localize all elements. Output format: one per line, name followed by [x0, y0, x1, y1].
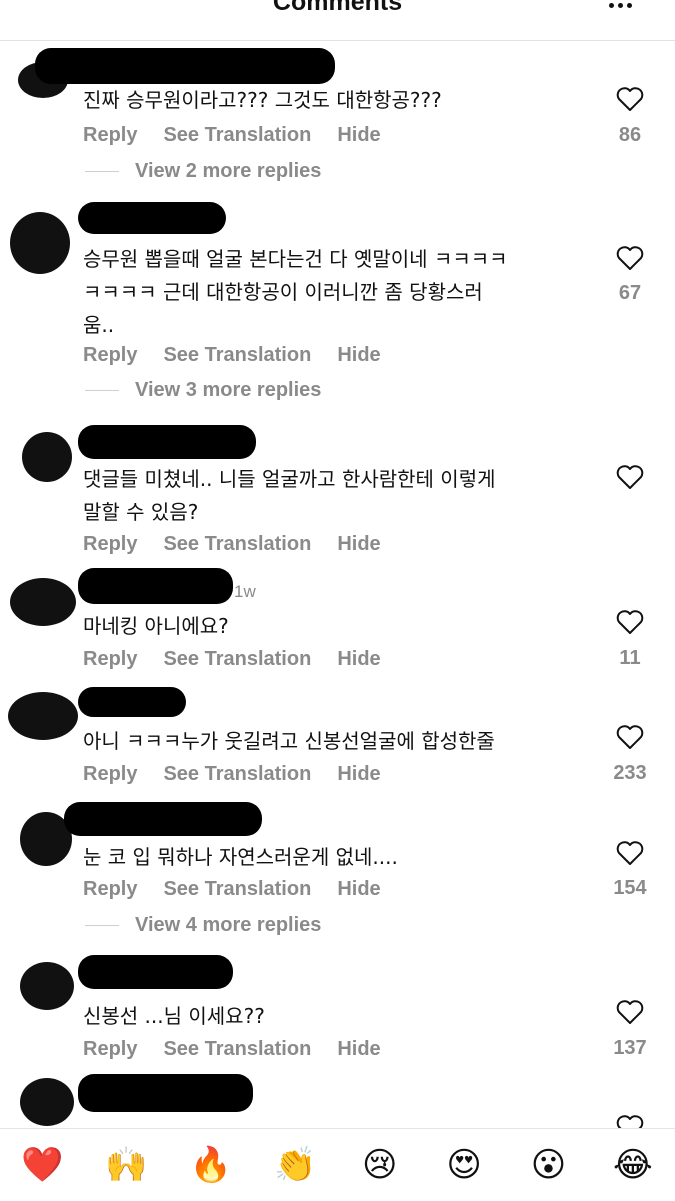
redacted-username	[78, 568, 233, 604]
raising-hands-emoji[interactable]: 🙌	[103, 1141, 151, 1189]
comment-text: 아니 ㅋㅋㅋ누가 웃길려고 신봉선얼굴에 합성한줄	[83, 729, 495, 753]
heart-icon[interactable]	[616, 840, 644, 866]
hide-button[interactable]: Hide	[337, 344, 380, 370]
see-translation-button[interactable]: See Translation	[163, 533, 311, 559]
timestamp: 1w	[234, 582, 256, 601]
redacted-username	[78, 425, 256, 459]
heart-icon[interactable]	[616, 724, 644, 750]
hide-button[interactable]: Hide	[337, 648, 380, 674]
tears-of-joy-emoji[interactable]: 😂	[609, 1141, 657, 1189]
redacted-username	[78, 202, 226, 234]
comment-text: 신봉선 ...님 이세요??	[83, 1004, 265, 1028]
see-translation-button[interactable]: See Translation	[163, 763, 311, 789]
hide-button[interactable]: Hide	[337, 533, 380, 559]
heart-icon[interactable]	[616, 999, 644, 1025]
reply-button[interactable]: Reply	[83, 648, 137, 674]
heart-icon[interactable]	[616, 245, 644, 271]
page-title: Comments	[272, 0, 403, 16]
redacted-username	[64, 802, 262, 836]
comment-text: 눈 코 입 뭐하나 자연스러운게 없네....	[83, 845, 398, 869]
reply-button[interactable]: Reply	[83, 344, 137, 370]
emoji-reaction-bar: ❤️ 🙌 🔥 👏 😢 😍 😮 😂	[0, 1128, 675, 1201]
fire-emoji[interactable]: 🔥	[187, 1141, 235, 1189]
see-translation-button[interactable]: See Translation	[163, 344, 311, 370]
surprised-face-emoji[interactable]: 😮	[524, 1141, 572, 1189]
see-translation-button[interactable]: See Translation	[163, 648, 311, 674]
reply-button[interactable]: Reply	[83, 763, 137, 789]
like-count: 86	[618, 124, 642, 146]
heart-icon[interactable]	[616, 464, 644, 490]
avatar[interactable]	[8, 692, 78, 740]
view-more-replies[interactable]: View 4 more replies	[85, 912, 321, 938]
like-count: 233	[613, 762, 647, 784]
hide-button[interactable]: Hide	[337, 878, 380, 904]
comment-text: 마네킹 아니에요?	[83, 614, 229, 638]
hide-button[interactable]: Hide	[337, 763, 380, 789]
redacted-username	[78, 687, 186, 717]
like-count: 11	[619, 647, 641, 669]
like-count: 67	[618, 282, 642, 304]
hide-button[interactable]: Hide	[337, 1038, 380, 1064]
reply-button[interactable]: Reply	[83, 1038, 137, 1064]
redacted-username	[35, 48, 335, 84]
comment-text: 진짜 승무원이라고??? 그것도 대한항공???	[83, 88, 442, 112]
like-count: 154	[613, 877, 647, 899]
reply-button[interactable]: Reply	[83, 533, 137, 559]
hide-button[interactable]: Hide	[337, 124, 380, 150]
crying-face-emoji[interactable]: 😢	[356, 1141, 404, 1189]
avatar[interactable]	[20, 1078, 74, 1126]
see-translation-button[interactable]: See Translation	[163, 124, 311, 150]
like-count: 137	[613, 1037, 647, 1059]
heart-icon[interactable]	[616, 609, 644, 635]
clapping-hands-emoji[interactable]: 👏	[271, 1141, 319, 1189]
view-more-replies[interactable]: View 2 more replies	[85, 158, 321, 184]
see-translation-button[interactable]: See Translation	[163, 878, 311, 904]
reply-button[interactable]: Reply	[83, 124, 137, 150]
comment-text: 승무원 뽑을때 얼굴 본다는건 다 옛말이네 ㅋㅋㅋㅋ ㅋㅋㅋㅋ 근데 대한항공…	[83, 247, 508, 337]
heart-icon[interactable]	[616, 86, 644, 112]
heart-eyes-emoji[interactable]: 😍	[440, 1141, 488, 1189]
see-translation-button[interactable]: See Translation	[163, 1038, 311, 1064]
reply-button[interactable]: Reply	[83, 878, 137, 904]
redacted-username	[78, 955, 233, 989]
comment-text: 댓글들 미쳤네.. 니들 얼굴까고 한사람한테 이렇게 말할 수 있음?	[83, 467, 496, 524]
more-options-icon[interactable]	[609, 0, 637, 10]
comments-header: Comments	[0, 0, 675, 41]
avatar[interactable]	[20, 962, 74, 1010]
red-heart-emoji[interactable]: ❤️	[18, 1141, 66, 1189]
redacted-username	[78, 1074, 253, 1112]
avatar[interactable]	[10, 578, 76, 626]
avatar[interactable]	[22, 432, 72, 482]
avatar[interactable]	[10, 212, 70, 274]
view-more-replies[interactable]: View 3 more replies	[85, 377, 321, 403]
